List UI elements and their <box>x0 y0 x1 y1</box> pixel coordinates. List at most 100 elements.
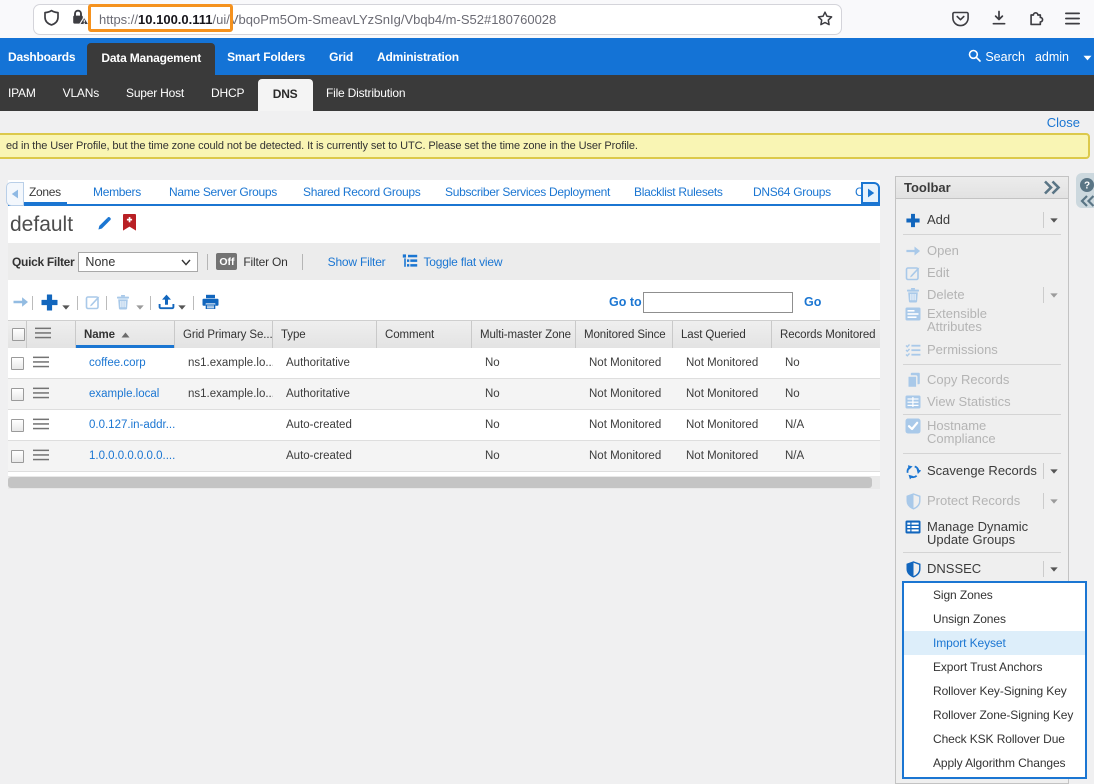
row-menu-icon[interactable] <box>33 418 49 433</box>
edit-pencil-icon[interactable] <box>95 214 114 238</box>
column-header-comment[interactable]: Comment <box>377 321 472 348</box>
tab-subscriber-services-deployment-part[interactable]: Subscriber Services Deployment <box>445 185 610 199</box>
expand-chevrons-icon-svg[interactable] <box>1042 180 1062 195</box>
downloads-icon[interactable] <box>990 9 1008 32</box>
column-header-monitored-since[interactable]: Monitored Since <box>576 321 673 348</box>
table-row-1-0-0-0-0-0-0-0--part[interactable] <box>27 441 76 471</box>
table-row-example-local[interactable]: example.localns1.example.lo...Authoritat… <box>8 379 880 410</box>
tab-scroll-left-button-svg[interactable] <box>11 189 19 199</box>
row-menu-icon-svg[interactable] <box>33 356 49 368</box>
dropdown-caret-icon-svg[interactable] <box>1050 499 1058 504</box>
row-checkbox[interactable] <box>11 450 24 463</box>
export-caret-icon[interactable] <box>178 297 186 315</box>
tab-scroll-right-button-svg[interactable] <box>867 188 875 198</box>
toggle-flat-view-link[interactable]: Toggle flat view <box>402 253 502 271</box>
expand-chevrons-icon[interactable] <box>1042 180 1062 195</box>
add-caret-icon-svg[interactable] <box>62 305 70 310</box>
horizontal-scrollbar[interactable] <box>8 476 880 489</box>
row-checkbox[interactable] <box>11 419 24 432</box>
print-icon-svg[interactable] <box>202 294 219 310</box>
export-caret-icon-svg[interactable] <box>178 305 186 310</box>
subnav-item-vlans[interactable]: VLANs <box>49 75 112 111</box>
cell-name[interactable]: 1.0.0.0.0.0.0.0.... <box>76 441 175 471</box>
add-caret-icon[interactable] <box>62 297 70 315</box>
tab-zones-part[interactable] <box>23 202 67 204</box>
cell-name-part[interactable]: 1.0.0.0.0.0.0.0.... <box>89 450 175 462</box>
cell-name[interactable]: coffee.corp <box>76 348 175 378</box>
export-icon[interactable] <box>158 294 175 315</box>
subnav-item-dns[interactable]: DNS <box>258 79 313 111</box>
column-header-name[interactable]: Name <box>76 321 175 348</box>
tab-dns64-groups-part[interactable]: DNS64 Groups <box>753 185 831 199</box>
menu-item-check-ksk-rollover-due[interactable]: Check KSK Rollover Due <box>904 727 1085 751</box>
row-checkbox[interactable] <box>11 388 24 401</box>
toggle-flat-view-link-part[interactable]: Toggle flat view <box>423 255 502 269</box>
column-header-comment-part[interactable]: Comment <box>385 329 434 341</box>
menu-item-import-keyset[interactable]: Import Keyset <box>904 631 1085 655</box>
scrollbar-thumb[interactable] <box>8 477 872 488</box>
dropdown-caret-icon-svg[interactable] <box>1050 218 1058 223</box>
dropdown-caret-icon-svg[interactable] <box>1050 567 1058 572</box>
bookmark-flag-icon[interactable] <box>123 214 136 236</box>
extensions-icon-svg[interactable] <box>1028 10 1045 27</box>
menu-hamburger-icon-svg[interactable] <box>1065 12 1080 25</box>
select-all-checkbox[interactable] <box>12 328 25 341</box>
tab-members[interactable]: Members <box>93 180 141 204</box>
add-icon[interactable] <box>40 293 59 317</box>
row-menu-icon-svg[interactable] <box>33 449 49 461</box>
dropdown-caret-icon[interactable] <box>1043 287 1064 303</box>
column-header-last-queried-part[interactable]: Last Queried <box>681 329 746 341</box>
downloads-icon-svg[interactable] <box>990 9 1008 27</box>
show-filter-link[interactable]: Show Filter <box>328 255 386 269</box>
menu-item-apply-algorithm-changes[interactable]: Apply Algorithm Changes <box>904 751 1085 775</box>
menu-item-unsign-zones[interactable]: Unsign Zones <box>904 607 1085 631</box>
table-row-example-local-part[interactable] <box>8 379 27 409</box>
tab-members-part[interactable]: Members <box>93 185 141 199</box>
column-header-last-queried[interactable]: Last Queried <box>673 321 772 348</box>
column-header-multi-master-zone-part[interactable]: Multi-master Zone <box>480 329 571 341</box>
cell-name-part[interactable]: 0.0.127.in-addr... <box>89 419 175 431</box>
dropdown-caret-icon-svg[interactable] <box>1050 469 1058 474</box>
edit-icon[interactable] <box>85 294 101 315</box>
print-icon[interactable] <box>202 294 219 315</box>
extensions-icon[interactable] <box>1028 10 1045 32</box>
nav-item-data-management[interactable]: Data Management <box>87 43 215 75</box>
cell-name-part[interactable]: coffee.corp <box>89 357 146 369</box>
nav-item-administration[interactable]: Administration <box>365 38 471 75</box>
tracking-protection-shield-icon[interactable] <box>43 9 60 31</box>
edit-icon-svg[interactable] <box>85 294 101 310</box>
cell-name-part[interactable]: example.local <box>89 388 159 400</box>
tab-zones[interactable]: Zones <box>29 180 61 204</box>
table-row-coffee-corp-part[interactable] <box>27 348 76 378</box>
tab-blacklist-rulesets-part[interactable]: Blacklist Rulesets <box>634 185 723 199</box>
go-forward-icon[interactable] <box>12 295 29 314</box>
tab-shared-record-groups[interactable]: Shared Record Groups <box>303 180 420 204</box>
row-menu-icon[interactable] <box>33 356 49 371</box>
tracking-protection-shield-icon-svg[interactable] <box>43 9 60 26</box>
user-name[interactable]: admin <box>1035 50 1069 64</box>
table-row-0-0-127-in-addr--part[interactable] <box>27 410 76 440</box>
table-row-0-0-127-in-addr--part[interactable] <box>8 410 27 440</box>
column-header-name-part[interactable] <box>76 345 174 348</box>
bookmark-star-icon[interactable] <box>816 10 834 33</box>
column-header-type-part[interactable]: Type <box>281 329 306 341</box>
tab-dns64-groups[interactable]: DNS64 Groups <box>753 180 831 204</box>
url-text[interactable]: https://10.100.0.111/ui/VbqoPm5Om-SmeavL… <box>99 12 556 27</box>
pocket-icon-svg[interactable] <box>951 9 970 27</box>
row-menu-icon-svg[interactable] <box>33 387 49 399</box>
column-header-grid-primary-se--part[interactable]: Grid Primary Se... <box>183 329 273 341</box>
url-text-part[interactable]: /ui <box>213 12 227 27</box>
pocket-icon[interactable] <box>951 9 970 32</box>
menu-item-rollover-zone-signing-key[interactable]: Rollover Zone-Signing Key <box>904 703 1085 727</box>
column-header-name-part[interactable]: Name <box>84 329 115 341</box>
tab-scroll-left-button[interactable] <box>6 182 24 206</box>
menu-hamburger-icon[interactable] <box>1065 12 1080 30</box>
lock-warning-icon[interactable] <box>70 8 90 31</box>
filter-off-toggle[interactable]: Off <box>216 253 237 270</box>
table-row-coffee-corp[interactable]: coffee.corpns1.example.lo...Authoritativ… <box>8 348 880 379</box>
edit-pencil-icon-svg[interactable] <box>95 214 114 233</box>
search-button[interactable]: Search <box>968 49 1025 65</box>
nav-item-smart-folders[interactable]: Smart Folders <box>215 38 317 75</box>
menu-item-rollover-key-signing-key[interactable]: Rollover Key-Signing Key <box>904 679 1085 703</box>
go-forward-icon-svg[interactable] <box>12 295 29 309</box>
